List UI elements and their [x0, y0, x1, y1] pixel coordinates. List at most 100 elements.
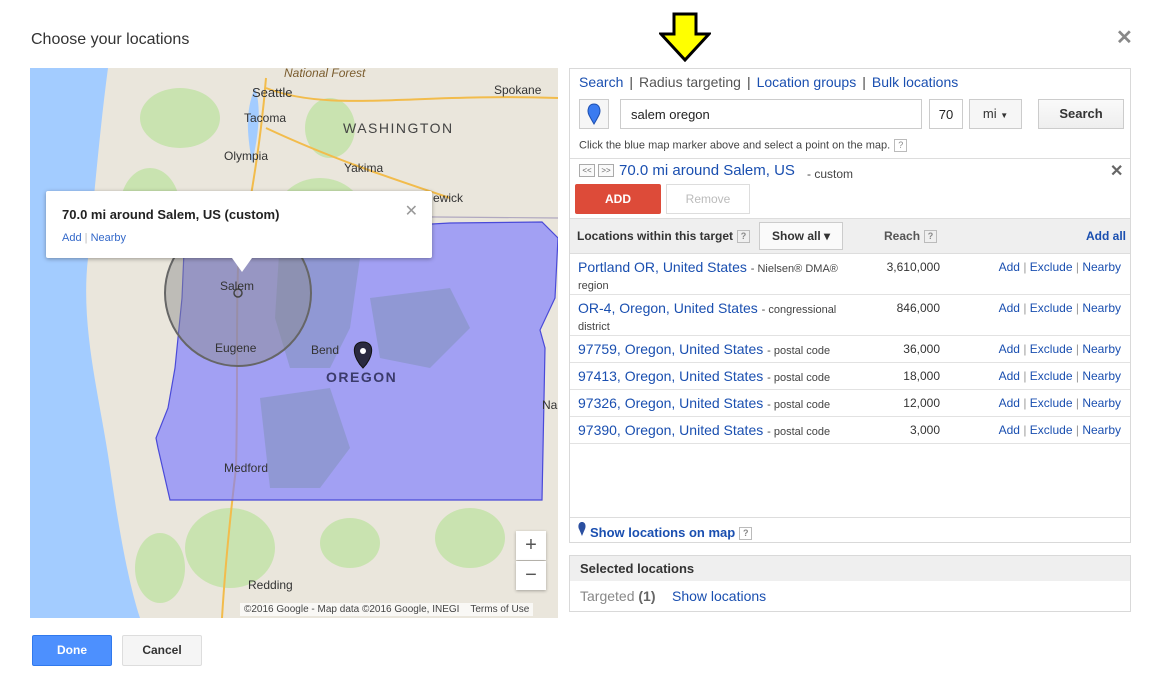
nearby-link[interactable]: Nearby — [1082, 342, 1121, 356]
show-on-map-text[interactable]: Show locations on map — [590, 525, 735, 540]
location-name[interactable]: Portland OR, United States — [578, 259, 747, 275]
popup-links: Add | Nearby — [62, 232, 126, 244]
separator: | — [1023, 342, 1027, 356]
location-name[interactable]: 97759, Oregon, United States — [578, 341, 763, 357]
target-label[interactable]: 70.0 mi around Salem, US — [619, 162, 795, 179]
blue-map-marker-icon — [587, 103, 601, 125]
list-item: 97759, Oregon, United States - postal co… — [570, 336, 1130, 363]
ocean-area — [30, 68, 140, 618]
help-icon[interactable]: ? — [737, 230, 751, 244]
map-label-na: Na — [542, 398, 558, 412]
popup-nearby-link[interactable]: Nearby — [91, 232, 126, 244]
close-icon[interactable]: ✕ — [405, 201, 418, 221]
location-name[interactable]: OR-4, Oregon, United States — [578, 300, 758, 316]
help-icon[interactable]: ? — [894, 139, 908, 152]
help-icon[interactable]: ? — [739, 527, 753, 541]
separator: | — [1075, 396, 1079, 410]
nearby-link[interactable]: Nearby — [1082, 423, 1121, 437]
show-locations-link[interactable]: Show locations — [672, 588, 766, 604]
add-link[interactable]: Add — [999, 260, 1020, 274]
blue-map-marker-button[interactable] — [579, 99, 609, 129]
add-link[interactable]: Add — [999, 369, 1020, 383]
location-reach: 3,610,000 — [886, 260, 940, 274]
nearby-link[interactable]: Nearby — [1082, 396, 1121, 410]
targeted-label: Targeted — [580, 588, 635, 604]
map-label-eugene: Eugene — [215, 341, 257, 355]
add-link[interactable]: Add — [999, 342, 1020, 356]
location-name[interactable]: 97326, Oregon, United States — [578, 395, 763, 411]
exclude-link[interactable]: Exclude — [1030, 396, 1073, 410]
map-label-olympia: Olympia — [224, 149, 269, 163]
location-actions: Add | Exclude | Nearby — [999, 342, 1121, 356]
location-reach: 3,000 — [909, 423, 940, 437]
show-locations-on-map: Show locations on map? — [570, 517, 1130, 544]
exclude-link[interactable]: Exclude — [1030, 301, 1073, 315]
tab-search[interactable]: Search — [579, 74, 623, 90]
exclude-link[interactable]: Exclude — [1030, 342, 1073, 356]
map-info-popup: 70.0 mi around Salem, US (custom) Add | … — [46, 191, 432, 272]
nearby-link[interactable]: Nearby — [1082, 369, 1121, 383]
map-attribution: ©2016 Google - Map data ©2016 Google, IN… — [240, 603, 534, 616]
tab-location-groups[interactable]: Location groups — [757, 74, 857, 90]
terms-link[interactable]: Terms of Use — [470, 604, 529, 615]
location-reach: 18,000 — [903, 369, 940, 383]
show-all-dropdown[interactable]: Show all ▾ — [759, 222, 843, 250]
search-button[interactable]: Search — [1038, 99, 1124, 129]
nearby-link[interactable]: Nearby — [1082, 301, 1121, 315]
map-label-tacoma: Tacoma — [244, 111, 287, 125]
nearby-link[interactable]: Nearby — [1082, 260, 1121, 274]
unit-select[interactable]: mi ▼ — [969, 99, 1022, 129]
cancel-button[interactable]: Cancel — [122, 635, 202, 666]
map-canvas[interactable] — [30, 68, 558, 618]
reach-header-text: Reach — [884, 229, 921, 243]
location-name[interactable]: 97413, Oregon, United States — [578, 368, 763, 384]
location-type: - postal code — [767, 399, 831, 411]
location-actions: Add | Exclude | Nearby — [999, 260, 1121, 274]
tab-bulk-locations[interactable]: Bulk locations — [872, 74, 958, 90]
map-label-salem: Salem — [220, 279, 255, 293]
add-link[interactable]: Add — [999, 396, 1020, 410]
close-icon[interactable]: ✕ — [1116, 25, 1133, 50]
done-button[interactable]: Done — [32, 635, 112, 666]
map-label-bend: Bend — [311, 343, 340, 357]
add-link[interactable]: Add — [999, 423, 1020, 437]
radius-input[interactable] — [929, 99, 963, 129]
help-icon[interactable]: ? — [924, 230, 938, 244]
add-all-link[interactable]: Add all — [1086, 229, 1126, 243]
map[interactable]: National Forest Seattle Spokane Tacoma W… — [30, 68, 558, 618]
location-reach: 36,000 — [903, 342, 940, 356]
list-item: 97326, Oregon, United States - postal co… — [570, 390, 1130, 417]
selected-header: Selected locations — [570, 556, 1130, 581]
zoom-in-button[interactable]: + — [516, 531, 546, 560]
popup-title: 70.0 mi around Salem, US (custom) — [62, 207, 280, 222]
prev-target-button[interactable]: << — [579, 164, 595, 177]
separator: | — [1075, 260, 1079, 274]
separator: | — [1075, 342, 1079, 356]
separator: | — [1075, 369, 1079, 383]
location-panel: Search | Radius targeting | Location groups |… — [569, 68, 1131, 543]
list-header-title: Locations within this target? — [577, 229, 751, 244]
chevron-down-icon: ▼ — [1000, 111, 1009, 120]
list-item: OR-4, Oregon, United States - congressio… — [570, 295, 1130, 336]
separator: | — [1023, 301, 1027, 315]
next-target-button[interactable]: >> — [598, 164, 614, 177]
show-on-map-link[interactable]: Show locations on map? — [590, 525, 753, 541]
separator: | — [1023, 396, 1027, 410]
tab-radius-targeting[interactable]: Radius targeting — [639, 74, 741, 90]
zoom-out-button[interactable]: − — [516, 561, 546, 590]
close-icon[interactable]: ✕ — [1110, 161, 1123, 181]
add-button[interactable]: ADD — [575, 184, 661, 214]
exclude-link[interactable]: Exclude — [1030, 369, 1073, 383]
location-name[interactable]: 97390, Oregon, United States — [578, 422, 763, 438]
separator: | — [1075, 301, 1079, 315]
exclude-link[interactable]: Exclude — [1030, 423, 1073, 437]
reach-header: Reach? — [884, 229, 938, 244]
search-input[interactable] — [620, 99, 922, 129]
targeted-count: (1) — [638, 588, 656, 604]
target-suffix: - custom — [807, 167, 854, 181]
exclude-link[interactable]: Exclude — [1030, 260, 1073, 274]
popup-tail — [232, 258, 252, 272]
popup-add-link[interactable]: Add — [62, 232, 82, 244]
add-link[interactable]: Add — [999, 301, 1020, 315]
remove-button[interactable]: Remove — [666, 184, 750, 214]
